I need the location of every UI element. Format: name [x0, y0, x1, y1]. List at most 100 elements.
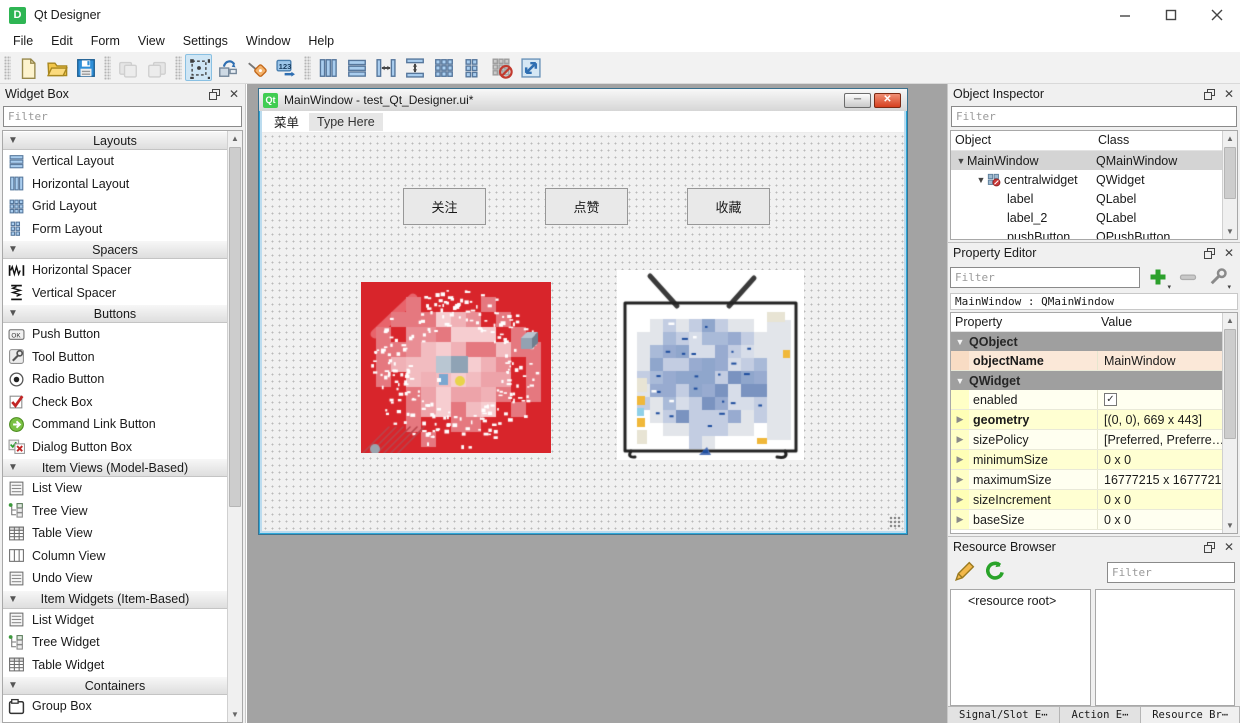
form-close-button[interactable]: ✕	[874, 93, 901, 108]
close-panel-icon[interactable]: ✕	[228, 88, 240, 100]
menu-help[interactable]: Help	[299, 32, 343, 50]
widget-item-push-button[interactable]: OKPush Button	[3, 323, 227, 346]
object-tree-row-label[interactable]: labelQLabel	[951, 189, 1237, 208]
adjust-size-button[interactable]	[517, 54, 544, 81]
expand-arrow-icon[interactable]: ▶	[951, 510, 969, 529]
widget-item-list-widget[interactable]: List Widget	[3, 609, 227, 632]
reload-resources-button[interactable]	[984, 560, 1006, 585]
menu-settings[interactable]: Settings	[174, 32, 237, 50]
widget-item-table-view[interactable]: Table View	[3, 522, 227, 545]
object-tree-row-pushButton[interactable]: pushButtonQPushButton	[951, 227, 1237, 240]
widget-item-tree-view[interactable]: Tree View	[3, 500, 227, 523]
scroll-up-icon[interactable]: ▲	[228, 131, 242, 146]
layout-grid-button[interactable]	[430, 54, 457, 81]
property-group-qobject[interactable]: ▼QObject	[951, 332, 1222, 351]
property-filter-input[interactable]	[950, 267, 1140, 288]
form-push-button-1[interactable]: 点赞	[545, 188, 628, 225]
widget-item-tree-widget[interactable]: Tree Widget	[3, 631, 227, 654]
property-column-header[interactable]: Property	[951, 313, 1097, 331]
close-button[interactable]	[1194, 0, 1240, 30]
toolbar-grip[interactable]	[4, 56, 11, 80]
layout-horizontal-button[interactable]	[314, 54, 341, 81]
property-table-scrollbar[interactable]: ▲ ▼	[1222, 313, 1237, 533]
widget-item-dialog-button-box[interactable]: Dialog Button Box	[3, 436, 227, 459]
form-minimize-button[interactable]: ─	[844, 93, 871, 108]
object-tree-scrollbar[interactable]: ▲ ▼	[1222, 131, 1237, 239]
toolbar-grip[interactable]	[104, 56, 111, 80]
resource-root-item[interactable]: <resource root>	[968, 594, 1056, 608]
widget-box-filter-input[interactable]	[3, 106, 242, 127]
undo-button[interactable]	[114, 54, 141, 81]
expand-arrow-icon[interactable]: ▶	[951, 410, 969, 429]
expand-arrow-icon[interactable]: ▶	[951, 430, 969, 449]
menu-file[interactable]: File	[4, 32, 42, 50]
property-row-geometry[interactable]: ▶geometry[(0, 0), 669 x 443]	[951, 410, 1222, 430]
layout-form-button[interactable]	[459, 54, 486, 81]
dock-tab-2[interactable]: Resource Br⋯	[1141, 707, 1240, 723]
close-panel-icon[interactable]: ✕	[1223, 541, 1235, 553]
widget-item-vertical-spacer[interactable]: Vertical Spacer	[3, 282, 227, 305]
widget-box-category-item[interactable]: ▼Item Views (Model-Based)	[3, 458, 227, 477]
edit-widgets-button[interactable]	[185, 54, 212, 81]
menu-view[interactable]: View	[129, 32, 174, 50]
chevron-down-icon[interactable]: ▼	[975, 175, 987, 185]
dock-tab-1[interactable]: Action E⋯	[1060, 707, 1142, 723]
widget-item-horizontal-spacer[interactable]: Horizontal Spacer	[3, 259, 227, 282]
edit-resources-button[interactable]	[954, 560, 976, 585]
widget-box-category-layouts[interactable]: ▼Layouts	[3, 131, 227, 150]
property-row-enabled[interactable]: enabled✓	[951, 390, 1222, 410]
new-file-button[interactable]	[14, 54, 41, 81]
value-column-header[interactable]: Value	[1097, 313, 1222, 331]
remove-dynamic-property-button[interactable]	[1176, 265, 1200, 289]
resource-filter-input[interactable]	[1107, 562, 1235, 583]
maximize-button[interactable]	[1148, 0, 1194, 30]
object-tree-row-centralwidget[interactable]: ▼centralwidgetQWidget	[951, 170, 1237, 189]
configure-property-editor-button[interactable]: ▾	[1206, 265, 1230, 289]
form-push-button-0[interactable]: 关注	[403, 188, 486, 225]
widget-item-horizontal-layout[interactable]: Horizontal Layout	[3, 173, 227, 196]
designer-form-window[interactable]: Qt MainWindow - test_Qt_Designer.ui* ─ ✕…	[258, 88, 908, 535]
widget-item-grid-layout[interactable]: Grid Layout	[3, 195, 227, 218]
scroll-up-icon[interactable]: ▲	[1223, 131, 1237, 146]
form-push-button-2[interactable]: 收藏	[687, 188, 770, 225]
expand-arrow-icon[interactable]: ▶	[951, 490, 969, 509]
widget-item-undo-view[interactable]: Undo View	[3, 567, 227, 590]
widget-item-vertical-layout[interactable]: Vertical Layout	[3, 150, 227, 173]
widget-box-scrollbar[interactable]: ▲ ▼	[227, 131, 242, 722]
layout-vertical-button[interactable]	[343, 54, 370, 81]
enabled-checkbox[interactable]: ✓	[1104, 393, 1117, 406]
form-image-red-flower[interactable]	[361, 282, 551, 453]
float-panel-icon[interactable]	[208, 88, 220, 100]
widget-item-tool-button[interactable]: Tool Button	[3, 346, 227, 369]
close-panel-icon[interactable]: ✕	[1223, 88, 1235, 100]
form-menu-item[interactable]: 菜单	[266, 111, 307, 133]
object-inspector-filter-input[interactable]	[951, 106, 1237, 127]
widget-item-list-view[interactable]: List View	[3, 477, 227, 500]
form-canvas[interactable]: 关注 点赞 收藏	[262, 133, 904, 531]
widget-box-category-buttons[interactable]: ▼Buttons	[3, 304, 227, 323]
toolbar-grip[interactable]	[175, 56, 182, 80]
save-file-button[interactable]	[72, 54, 99, 81]
property-row-maximumSize[interactable]: ▶maximumSize16777215 x 16777215	[951, 470, 1222, 490]
break-layout-button[interactable]	[488, 54, 515, 81]
widget-item-command-link-button[interactable]: Command Link Button	[3, 413, 227, 436]
widget-item-group-box[interactable]: Group Box	[3, 695, 227, 718]
widget-item-radio-button[interactable]: Radio Button	[3, 368, 227, 391]
resource-file-list[interactable]	[1095, 589, 1235, 706]
object-tree-row-label_2[interactable]: label_2QLabel	[951, 208, 1237, 227]
property-row-baseSize[interactable]: ▶baseSize0 x 0	[951, 510, 1222, 530]
widget-item-column-view[interactable]: Column View	[3, 545, 227, 568]
add-dynamic-property-button[interactable]: ▾	[1146, 265, 1170, 289]
form-resize-grip[interactable]	[889, 516, 901, 528]
resource-tree[interactable]: <resource root>	[950, 589, 1091, 706]
form-image-tv[interactable]	[617, 270, 804, 460]
expand-arrow-icon[interactable]: ▶	[951, 470, 969, 489]
open-folder-button[interactable]	[43, 54, 70, 81]
redo-button[interactable]	[143, 54, 170, 81]
layout-splitter-horizontal-button[interactable]	[372, 54, 399, 81]
widget-box-category-item[interactable]: ▼Item Widgets (Item-Based)	[3, 590, 227, 609]
chevron-down-icon[interactable]: ▼	[955, 156, 967, 166]
form-window-titlebar[interactable]: Qt MainWindow - test_Qt_Designer.ui* ─ ✕	[259, 89, 907, 111]
minimize-button[interactable]	[1102, 0, 1148, 30]
menu-edit[interactable]: Edit	[42, 32, 82, 50]
